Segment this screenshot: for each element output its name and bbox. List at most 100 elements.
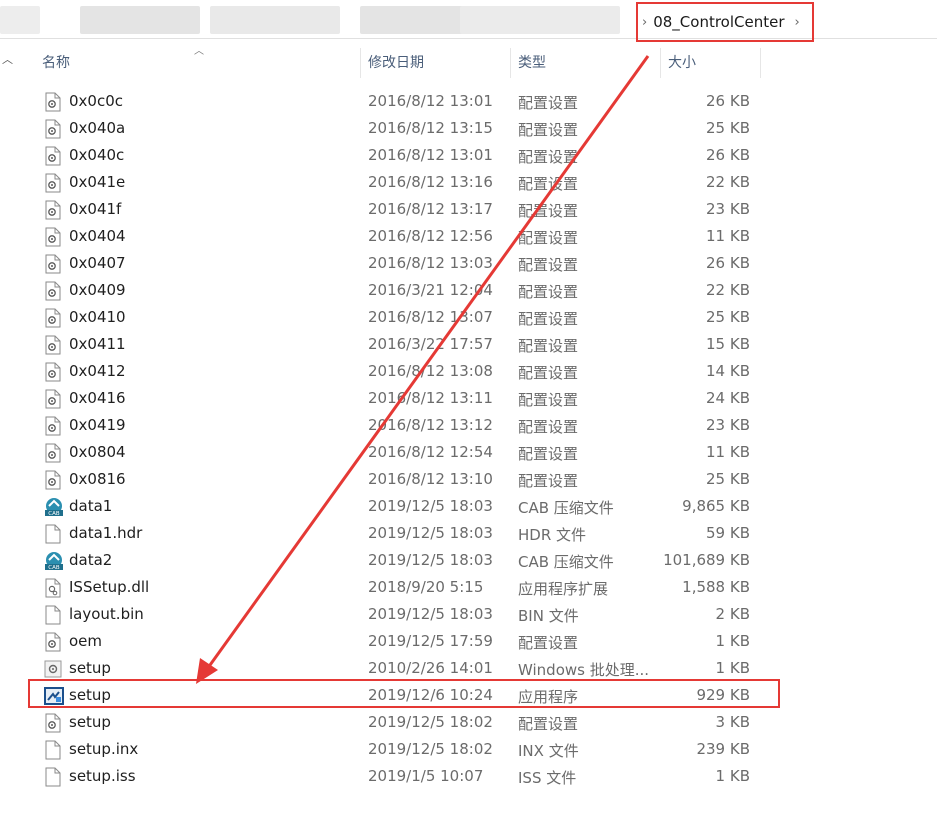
table-row[interactable]: 0x0804 2016/8/12 12:54 配置设置 11 KB (30, 439, 790, 466)
table-row[interactable]: setup.iss 2019/1/5 10:07 ISS 文件 1 KB (30, 763, 790, 790)
file-modified: 2019/12/6 10:24 (368, 686, 493, 704)
file-name: 0x0804 (69, 443, 126, 461)
table-row[interactable]: 0x0407 2016/8/12 13:03 配置设置 26 KB (30, 250, 790, 277)
file-list: 0x0c0c 2016/8/12 13:01 配置设置 26 KB 0x040a 2016… (28, 88, 790, 790)
column-divider[interactable] (360, 48, 361, 78)
file-size: 23 KB (706, 200, 750, 218)
config-file-icon (44, 281, 62, 301)
file-modified: 2019/1/5 10:07 (368, 767, 484, 785)
file-name: setup.iss (69, 767, 136, 785)
config-file-icon (44, 632, 62, 652)
table-row[interactable]: data1.hdr 2019/12/5 18:03 HDR 文件 59 KB (30, 520, 790, 547)
column-name[interactable]: 名称 (42, 46, 70, 80)
column-header: ︿ 名称 修改日期 类型 大小 (34, 46, 834, 80)
table-row[interactable]: oem 2019/12/5 17:59 配置设置 1 KB (30, 628, 790, 655)
column-type[interactable]: 类型 (518, 46, 546, 80)
column-size[interactable]: 大小 (668, 46, 696, 80)
file-type: CAB 压缩文件 (518, 499, 614, 517)
table-row[interactable]: 0x0416 2016/8/12 13:11 配置设置 24 KB (30, 385, 790, 412)
file-size: 14 KB (706, 362, 750, 380)
table-row[interactable]: 0x0419 2016/8/12 13:12 配置设置 23 KB (30, 412, 790, 439)
file-modified: 2016/8/12 13:10 (368, 470, 493, 488)
chevron-right-icon[interactable]: › (785, 15, 800, 30)
blank-file-icon (44, 524, 62, 544)
table-row[interactable]: 0x0c0c 2016/8/12 13:01 配置设置 26 KB (30, 88, 790, 115)
file-modified: 2016/8/12 13:03 (368, 254, 493, 272)
table-row[interactable]: 0x0816 2016/8/12 13:10 配置设置 25 KB (30, 466, 790, 493)
blurred-nav (210, 6, 340, 34)
file-modified: 2019/12/5 18:03 (368, 524, 493, 542)
file-size: 15 KB (706, 335, 750, 353)
config-file-icon (44, 308, 62, 328)
scroll-indicator[interactable]: ︿ (0, 45, 14, 825)
dll-file-icon (44, 578, 62, 598)
file-name: 0x041e (69, 173, 126, 191)
config-file-icon (44, 335, 62, 355)
file-modified: 2019/12/5 18:02 (368, 740, 493, 758)
file-modified: 2019/12/5 18:02 (368, 713, 493, 731)
table-row[interactable]: CAB data1 2019/12/5 18:03 CAB 压缩文件 9,865 KB (30, 493, 790, 520)
cab-archive-icon: CAB (44, 497, 63, 517)
table-row[interactable]: setup 2019/12/5 18:02 配置设置 3 KB (30, 709, 790, 736)
config-file-icon (44, 146, 62, 166)
file-name: 0x0404 (69, 227, 126, 245)
file-type: 配置设置 (518, 121, 579, 139)
table-row[interactable]: setup.inx 2019/12/5 18:02 INX 文件 239 KB (30, 736, 790, 763)
table-row[interactable]: 0x0411 2016/3/22 17:57 配置设置 15 KB (30, 331, 790, 358)
config-file-icon (44, 227, 62, 247)
breadcrumb-current-folder[interactable]: › 08_ControlCenter › (636, 2, 814, 42)
file-name: 0x0816 (69, 470, 126, 488)
file-modified: 2016/8/12 13:12 (368, 416, 493, 434)
file-type: BIN 文件 (518, 607, 579, 625)
breadcrumb-label: 08_ControlCenter (653, 13, 785, 31)
file-name: oem (69, 632, 103, 650)
file-modified: 2016/8/12 13:11 (368, 389, 493, 407)
table-row[interactable]: ISSetup.dll 2018/9/20 5:15 应用程序扩展 1,588 KB (30, 574, 790, 601)
chevron-up-icon[interactable]: ︿ (2, 51, 13, 67)
file-modified: 2019/12/5 17:59 (368, 632, 493, 650)
table-row[interactable]: layout.bin 2019/12/5 18:03 BIN 文件 2 KB (30, 601, 790, 628)
table-row[interactable]: 0x0412 2016/8/12 13:08 配置设置 14 KB (30, 358, 790, 385)
file-size: 24 KB (706, 389, 750, 407)
file-type: 配置设置 (518, 445, 579, 463)
file-size: 239 KB (696, 740, 750, 758)
file-type: 配置设置 (518, 175, 579, 193)
file-modified: 2016/8/12 12:54 (368, 443, 493, 461)
table-row[interactable]: 0x041e 2016/8/12 13:16 配置设置 22 KB (30, 169, 790, 196)
file-name: 0x0416 (69, 389, 126, 407)
file-size: 26 KB (706, 254, 750, 272)
file-name: 0x0411 (69, 335, 126, 353)
sort-caret-icon: ︿ (194, 46, 204, 57)
file-size: 26 KB (706, 92, 750, 110)
file-name: setup (69, 686, 111, 704)
table-row[interactable]: CAB data2 2019/12/5 18:03 CAB 压缩文件 101,689 K… (30, 547, 790, 574)
file-type: 配置设置 (518, 148, 579, 166)
table-row[interactable]: 0x040c 2016/8/12 13:01 配置设置 26 KB (30, 142, 790, 169)
file-size: 11 KB (706, 227, 750, 245)
table-row-highlighted[interactable]: setup 2019/12/6 10:24 应用程序 929 KB (28, 679, 790, 709)
file-modified: 2016/3/22 17:57 (368, 335, 493, 353)
address-bar: › 08_ControlCenter › (0, 0, 937, 42)
setup-exe-icon (44, 686, 64, 706)
table-row[interactable]: 0x0409 2016/3/21 12:04 配置设置 22 KB (30, 277, 790, 304)
file-size: 3 KB (715, 713, 750, 731)
file-size: 26 KB (706, 146, 750, 164)
file-size: 22 KB (706, 173, 750, 191)
file-type: 配置设置 (518, 94, 579, 112)
file-name: 0x0419 (69, 416, 126, 434)
column-divider[interactable] (760, 48, 761, 78)
table-row[interactable]: 0x040a 2016/8/12 13:15 配置设置 25 KB (30, 115, 790, 142)
config-file-icon (44, 470, 62, 490)
column-modified[interactable]: 修改日期 (368, 46, 424, 80)
table-row[interactable]: setup 2010/2/26 14:01 Windows 批处理... 1 KB (30, 655, 790, 682)
column-divider[interactable] (510, 48, 511, 78)
file-size: 2 KB (715, 605, 750, 623)
file-type: 配置设置 (518, 715, 579, 733)
table-row[interactable]: 0x041f 2016/8/12 13:17 配置设置 23 KB (30, 196, 790, 223)
column-divider[interactable] (660, 48, 661, 78)
table-row[interactable]: 0x0404 2016/8/12 12:56 配置设置 11 KB (30, 223, 790, 250)
file-size: 11 KB (706, 443, 750, 461)
table-row[interactable]: 0x0410 2016/8/12 13:07 配置设置 25 KB (30, 304, 790, 331)
file-size: 25 KB (706, 308, 750, 326)
file-type: Windows 批处理... (518, 661, 650, 679)
